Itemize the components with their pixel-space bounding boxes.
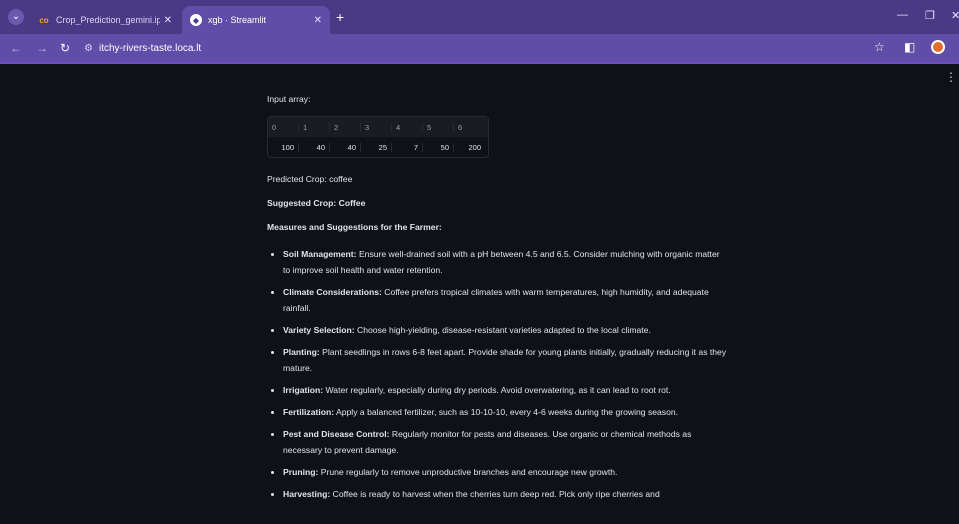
- list-item: Planting: Plant seedlings in rows 6-8 fe…: [283, 344, 727, 376]
- input-array-label: Input array:: [267, 94, 311, 104]
- suggestion-label: Irrigation:: [283, 385, 324, 395]
- list-item: Harvesting: Coffee is ready to harvest w…: [283, 486, 727, 502]
- suggestion-label: Fertilization:: [283, 407, 335, 417]
- dataframe-header: 0 1 2 3 4 5 6: [268, 117, 488, 137]
- suggested-crop-text: Suggested Crop: Coffee: [267, 198, 366, 208]
- new-tab-plus-icon[interactable]: +: [336, 9, 344, 25]
- list-item: Pest and Disease Control: Regularly moni…: [283, 426, 727, 458]
- window-close-icon[interactable]: ✕: [951, 9, 959, 22]
- list-item: Irrigation: Water regularly, especially …: [283, 382, 727, 398]
- suggestion-text: Water regularly, especially during dry p…: [325, 385, 671, 395]
- suggestion-label: Harvesting:: [283, 489, 331, 499]
- tab-title: xgb · Streamlit: [208, 15, 267, 25]
- table-cell[interactable]: 40: [330, 142, 361, 152]
- minimize-icon[interactable]: —: [897, 9, 908, 21]
- more-options-icon[interactable]: ⋮: [945, 70, 957, 84]
- tab-search-chevron-icon[interactable]: ⌄: [8, 9, 24, 25]
- streamlit-icon: ◆: [190, 14, 202, 26]
- suggestion-label: Variety Selection:: [283, 325, 355, 335]
- table-cell[interactable]: 100: [268, 142, 299, 152]
- suggestion-label: Pest and Disease Control:: [283, 429, 390, 439]
- forward-arrow-icon[interactable]: →: [36, 41, 48, 55]
- list-item: Variety Selection: Choose high-yielding,…: [283, 322, 727, 338]
- table-cell[interactable]: 7: [392, 142, 423, 152]
- url-text: itchy-rivers-taste.loca.lt: [98, 42, 202, 54]
- list-item: Pruning: Prune regularly to remove unpro…: [283, 464, 727, 480]
- column-header[interactable]: 6: [454, 123, 485, 132]
- close-icon[interactable]: ✕: [314, 15, 322, 26]
- suggestion-label: Pruning:: [283, 467, 319, 477]
- colab-icon: co: [39, 15, 49, 25]
- suggestion-label: Soil Management:: [283, 249, 357, 259]
- profile-avatar[interactable]: [931, 40, 945, 54]
- address-bar[interactable]: ⚙ itchy-rivers-taste.loca.lt: [84, 38, 844, 58]
- tab-title: Crop_Prediction_gemini.ipynb -: [56, 15, 160, 25]
- suggestion-text: Plant seedlings in rows 6-8 feet apart. …: [283, 347, 727, 373]
- suggestion-label: Climate Considerations:: [283, 287, 382, 297]
- table-row: 100 40 40 25 7 50 200: [268, 137, 488, 157]
- table-cell[interactable]: 200: [454, 143, 485, 152]
- predicted-crop-text: Predicted Crop: coffee: [267, 174, 353, 184]
- column-header[interactable]: 4: [392, 122, 423, 132]
- suggestion-label: Planting:: [283, 347, 320, 357]
- suggestion-text: Coffee is ready to harvest when the cher…: [332, 489, 660, 499]
- column-header[interactable]: 5: [423, 122, 454, 132]
- input-dataframe[interactable]: 0 1 2 3 4 5 6 100 40 40 25 7 50 200: [267, 116, 489, 158]
- reload-icon[interactable]: ↻: [60, 41, 70, 55]
- tab-colab-notebook[interactable]: co Crop_Prediction_gemini.ipynb - ✕: [30, 6, 180, 34]
- table-cell[interactable]: 40: [299, 142, 330, 152]
- column-header[interactable]: 0: [268, 122, 299, 132]
- tab-streamlit[interactable]: ◆ xgb · Streamlit ✕: [182, 6, 330, 34]
- column-header[interactable]: 1: [299, 122, 330, 132]
- bookmark-star-icon[interactable]: ☆: [874, 40, 885, 54]
- suggestion-text: Choose high-yielding, disease-resistant …: [357, 325, 651, 335]
- back-arrow-icon[interactable]: ←: [10, 41, 22, 55]
- list-item: Climate Considerations: Coffee prefers t…: [283, 284, 727, 316]
- site-info-icon[interactable]: ⚙: [84, 43, 93, 54]
- tab-bar: ⌄ co Crop_Prediction_gemini.ipynb - ✕ ◆ …: [0, 0, 959, 34]
- main-content: Input array: 0 1 2 3 4 5 6 100 40 40 25 …: [267, 94, 727, 508]
- close-icon[interactable]: ✕: [164, 15, 172, 26]
- table-cell[interactable]: 25: [361, 142, 392, 152]
- measures-heading: Measures and Suggestions for the Farmer:: [267, 222, 442, 232]
- restore-icon[interactable]: ❐: [925, 9, 935, 22]
- side-panel-icon[interactable]: ◧: [904, 40, 915, 54]
- column-header[interactable]: 2: [330, 122, 361, 132]
- table-cell[interactable]: 50: [423, 142, 454, 152]
- list-item: Soil Management: Ensure well-drained soi…: [283, 246, 727, 278]
- browser-toolbar: ← → ↻ ⚙ itchy-rivers-taste.loca.lt ☆ ◧: [0, 34, 959, 64]
- streamlit-page: ⋮ Input array: 0 1 2 3 4 5 6 100 40 40 2…: [0, 64, 959, 524]
- suggestion-text: Apply a balanced fertilizer, such as 10-…: [336, 407, 679, 417]
- suggestion-text: Prune regularly to remove unproductive b…: [320, 467, 618, 477]
- list-item: Fertilization: Apply a balanced fertiliz…: [283, 404, 727, 420]
- suggestions-list: Soil Management: Ensure well-drained soi…: [267, 246, 727, 502]
- column-header[interactable]: 3: [361, 122, 392, 132]
